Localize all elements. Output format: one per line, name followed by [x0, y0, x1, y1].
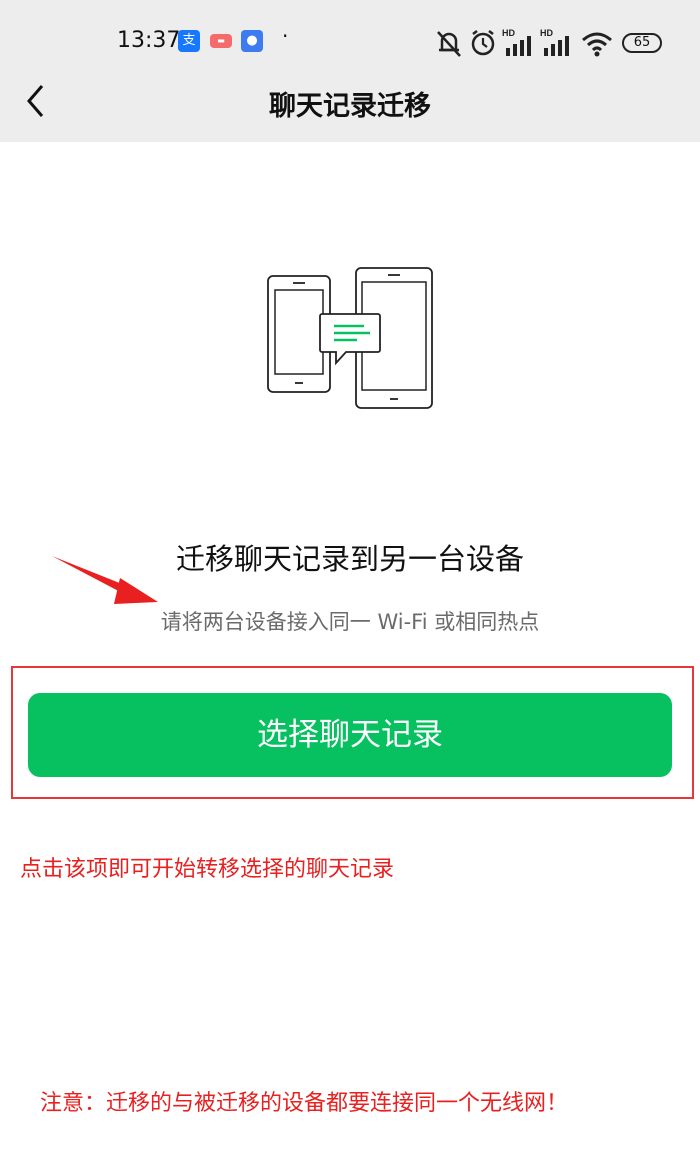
status-time: 13:37 — [117, 28, 181, 53]
battery-icon: 65 — [622, 33, 662, 53]
annotation-arrow-icon — [52, 556, 158, 604]
dot-icon: · — [282, 24, 289, 48]
status-bar: 13:37 支 ▬ ● · HD HD 65 — [0, 20, 700, 64]
battery-level: 65 — [633, 35, 651, 50]
phones-transfer-icon — [267, 267, 433, 409]
select-chat-history-button[interactable]: 选择聊天记录 — [28, 693, 672, 777]
signal-icon: HD — [540, 28, 569, 56]
sub-heading: 请将两台设备接入同一 Wi-Fi 或相同热点 — [160, 610, 540, 634]
hd-label: HD — [540, 28, 553, 38]
alipay-icon: 支 — [178, 30, 200, 52]
baidu-icon: ● — [241, 30, 263, 52]
annotation-bottom-note: 注意：迁移的与被迁移的设备都要连接同一个无线网！ — [40, 1091, 569, 1116]
weibo-icon: ▬ — [210, 34, 232, 48]
annotation-button-note: 点击该项即可开始转移选择的聊天记录 — [20, 857, 395, 882]
navigation-bar: 聊天记录迁移 — [0, 64, 700, 142]
alarm-icon — [471, 30, 495, 56]
top-bar: 13:37 支 ▬ ● · HD HD 65 聊天记录迁移 — [0, 0, 700, 142]
signal-icon: HD — [502, 28, 531, 56]
mute-bell-icon — [437, 31, 461, 57]
page-title: 聊天记录迁移 — [269, 91, 431, 122]
hd-label: HD — [502, 28, 515, 38]
wifi-icon — [582, 32, 612, 57]
